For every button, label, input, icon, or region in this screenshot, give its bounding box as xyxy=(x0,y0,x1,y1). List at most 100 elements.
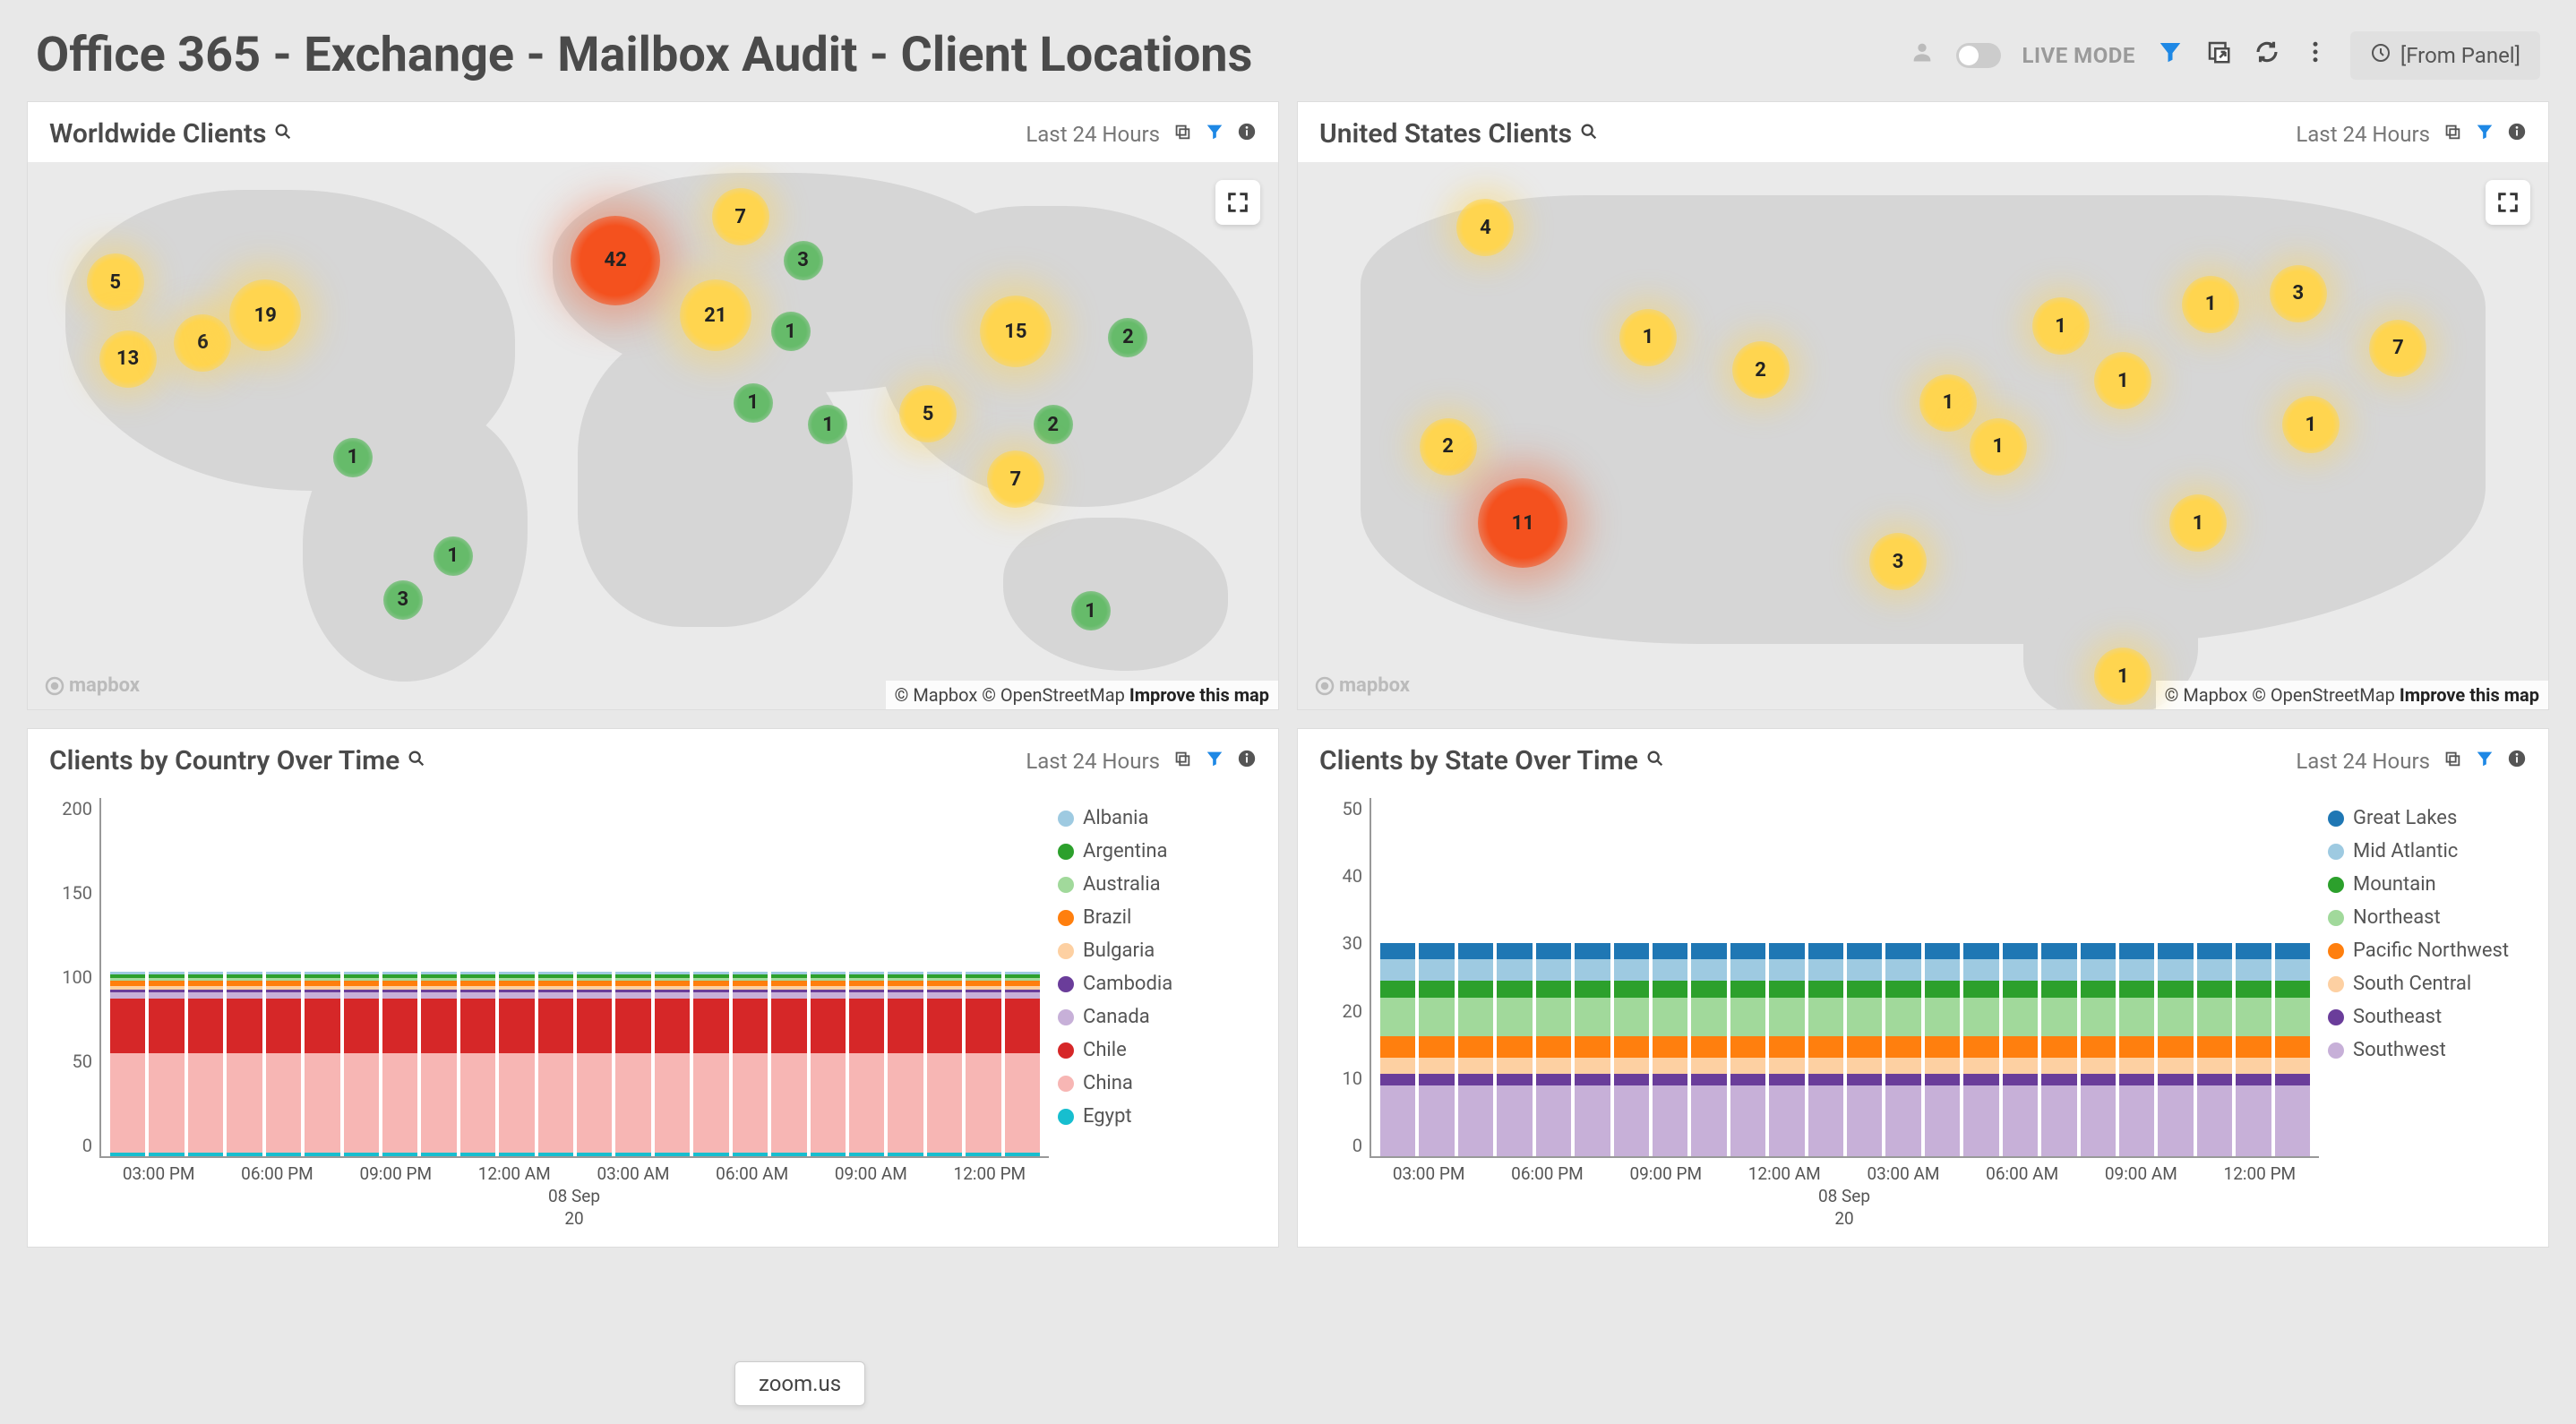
map-cluster-bubble[interactable]: 3 xyxy=(784,241,823,280)
more-icon[interactable] xyxy=(2302,39,2329,73)
bar-stack[interactable] xyxy=(966,902,1000,1156)
legend-item[interactable]: Northeast xyxy=(2328,906,2525,929)
magnify-icon[interactable] xyxy=(1579,122,1599,147)
bar-stack[interactable] xyxy=(1575,882,1610,1156)
refresh-icon[interactable] xyxy=(2254,39,2280,73)
bar-stack[interactable] xyxy=(655,902,690,1156)
map-cluster-bubble[interactable]: 1 xyxy=(771,312,811,351)
bar-stack[interactable] xyxy=(1458,882,1493,1156)
bar-stack[interactable] xyxy=(1005,902,1040,1156)
time-range-selector[interactable]: [From Panel] xyxy=(2350,31,2540,80)
attrib-improve-link[interactable]: Improve this map xyxy=(2400,684,2539,706)
magnify-icon[interactable] xyxy=(273,122,293,147)
magnify-icon[interactable] xyxy=(1645,749,1665,774)
bar-stack[interactable] xyxy=(1653,882,1687,1156)
filter-icon[interactable] xyxy=(1205,749,1224,774)
bar-stack[interactable] xyxy=(227,902,262,1156)
bar-stack[interactable] xyxy=(1536,882,1571,1156)
attrib-improve-link[interactable]: Improve this map xyxy=(1129,684,1269,706)
bar-stack[interactable] xyxy=(538,902,573,1156)
legend-item[interactable]: Egypt xyxy=(1058,1105,1255,1128)
copy-icon[interactable] xyxy=(2443,749,2462,774)
map-cluster-bubble[interactable]: 42 xyxy=(571,216,660,305)
legend-item[interactable]: Canada xyxy=(1058,1006,1255,1028)
bar-stack[interactable] xyxy=(1614,882,1649,1156)
bar-stack[interactable] xyxy=(811,902,846,1156)
map-cluster-bubble[interactable]: 1 xyxy=(2182,276,2239,333)
legend-item[interactable]: Chile xyxy=(1058,1039,1255,1061)
bar-stack[interactable] xyxy=(2275,882,2310,1156)
bar-stack[interactable] xyxy=(733,902,768,1156)
bar-stack[interactable] xyxy=(577,902,612,1156)
bar-stack[interactable] xyxy=(2158,882,2193,1156)
bar-stack[interactable] xyxy=(1925,882,1960,1156)
bar-stack[interactable] xyxy=(849,902,884,1156)
us-map[interactable]: mapbox © Mapbox © OpenStreetMap Improve … xyxy=(1298,162,2548,709)
live-mode-toggle[interactable] xyxy=(1956,43,2001,68)
map-cluster-bubble[interactable]: 2 xyxy=(1108,318,1147,357)
map-cluster-bubble[interactable]: 1 xyxy=(734,383,773,423)
bar-stack[interactable] xyxy=(382,902,417,1156)
bar-stack[interactable] xyxy=(266,902,301,1156)
magnify-icon[interactable] xyxy=(407,749,426,774)
map-cluster-bubble[interactable]: 5 xyxy=(87,253,144,311)
map-cluster-bubble[interactable]: 15 xyxy=(980,296,1052,367)
bar-stack[interactable] xyxy=(2081,882,2116,1156)
map-cluster-bubble[interactable]: 21 xyxy=(680,279,751,351)
legend-item[interactable]: China xyxy=(1058,1072,1255,1094)
copy-icon[interactable] xyxy=(1172,749,1192,774)
export-icon[interactable] xyxy=(2205,39,2232,73)
map-cluster-bubble[interactable]: 1 xyxy=(1071,591,1111,631)
map-cluster-bubble[interactable]: 1 xyxy=(808,405,847,444)
bar-stack[interactable] xyxy=(2119,882,2154,1156)
bar-stack[interactable] xyxy=(771,902,806,1156)
map-cluster-bubble[interactable]: 3 xyxy=(383,580,423,620)
legend-item[interactable]: Argentina xyxy=(1058,840,1255,862)
bar-stack[interactable] xyxy=(1380,882,1415,1156)
map-cluster-bubble[interactable]: 3 xyxy=(2270,265,2327,322)
legend-item[interactable]: South Central xyxy=(2328,973,2525,995)
info-icon[interactable] xyxy=(1237,122,1257,147)
bar-stack[interactable] xyxy=(2003,882,2038,1156)
legend-item[interactable]: Australia xyxy=(1058,873,1255,896)
map-cluster-bubble[interactable]: 11 xyxy=(1478,478,1567,568)
legend-item[interactable]: Pacific Northwest xyxy=(2328,939,2525,962)
map-cluster-bubble[interactable]: 1 xyxy=(1919,374,1977,432)
map-cluster-bubble[interactable]: 1 xyxy=(2032,297,2090,355)
bar-stack[interactable] xyxy=(615,902,650,1156)
bar-stack[interactable] xyxy=(888,902,923,1156)
attrib-mapbox[interactable]: © Mapbox xyxy=(2165,684,2248,706)
bar-stack[interactable] xyxy=(305,902,339,1156)
map-cluster-bubble[interactable]: 6 xyxy=(174,314,231,372)
legend-item[interactable]: Southwest xyxy=(2328,1039,2525,1061)
info-icon[interactable] xyxy=(2507,122,2527,147)
expand-icon[interactable] xyxy=(2486,180,2530,225)
copy-icon[interactable] xyxy=(1172,122,1192,147)
map-cluster-bubble[interactable]: 13 xyxy=(99,330,157,388)
map-cluster-bubble[interactable]: 1 xyxy=(2094,648,2151,705)
map-cluster-bubble[interactable]: 1 xyxy=(2282,396,2340,453)
world-map[interactable]: mapbox © Mapbox © OpenStreetMap Improve … xyxy=(28,162,1278,709)
chart-plot[interactable]: 50403020100 xyxy=(1370,798,2319,1158)
bar-stack[interactable] xyxy=(460,902,495,1156)
filter-icon[interactable] xyxy=(2475,122,2494,147)
bar-stack[interactable] xyxy=(110,902,145,1156)
legend-item[interactable]: Mountain xyxy=(2328,873,2525,896)
bar-stack[interactable] xyxy=(421,902,456,1156)
info-icon[interactable] xyxy=(2507,749,2527,774)
legend-item[interactable]: Southeast xyxy=(2328,1006,2525,1028)
bar-stack[interactable] xyxy=(1847,882,1882,1156)
bar-stack[interactable] xyxy=(149,902,184,1156)
map-cluster-bubble[interactable]: 7 xyxy=(2369,320,2426,377)
attrib-mapbox[interactable]: © Mapbox xyxy=(895,684,978,706)
bar-stack[interactable] xyxy=(927,902,962,1156)
legend-item[interactable]: Bulgaria xyxy=(1058,939,1255,962)
map-cluster-bubble[interactable]: 1 xyxy=(1619,309,1677,366)
chart-plot[interactable]: 200150100500 xyxy=(99,798,1049,1158)
bar-stack[interactable] xyxy=(499,902,534,1156)
bar-stack[interactable] xyxy=(2041,882,2076,1156)
bar-stack[interactable] xyxy=(1730,882,1765,1156)
legend-item[interactable]: Cambodia xyxy=(1058,973,1255,995)
legend-item[interactable]: Albania xyxy=(1058,807,1255,829)
info-icon[interactable] xyxy=(1237,749,1257,774)
